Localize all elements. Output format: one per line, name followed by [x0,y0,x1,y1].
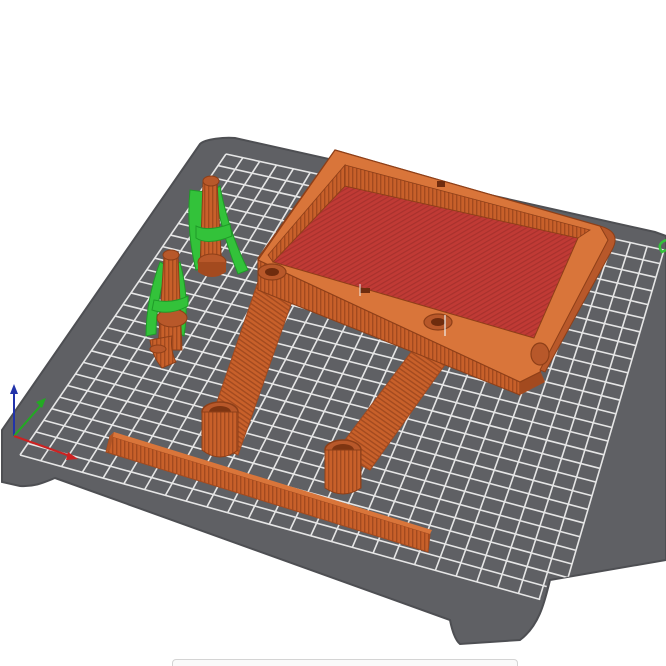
bottom-toolbar[interactable] [172,659,518,666]
3d-viewport[interactable] [0,0,666,666]
